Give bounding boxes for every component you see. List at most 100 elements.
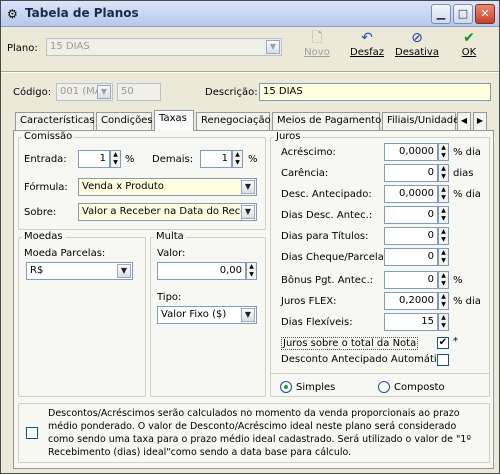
spin-up-icon: ▲ bbox=[249, 263, 254, 270]
close-button[interactable]: ✕ bbox=[475, 4, 495, 24]
ok-button[interactable]: ✔ OK bbox=[447, 29, 491, 65]
juros-flex-spinner[interactable]: ▲ ▼ bbox=[438, 292, 449, 310]
acrescimo-field[interactable]: 0,0000 bbox=[384, 143, 438, 161]
codigo-label: Código: bbox=[13, 87, 52, 98]
spin-down-icon: ▼ bbox=[441, 301, 446, 308]
bonus-unit: % bbox=[453, 275, 463, 286]
spin-up-icon: ▲ bbox=[441, 207, 446, 214]
formula-select[interactable]: Venda x Produto ▼ bbox=[78, 178, 257, 196]
juros-flex-field[interactable]: 0,2000 bbox=[384, 292, 438, 310]
bonus-field[interactable]: 0 bbox=[384, 271, 438, 289]
footer-note: Descontos/Acréscimos serão calculados no… bbox=[48, 408, 471, 458]
spin-up-icon: ▲ bbox=[441, 144, 446, 151]
acrescimo-unit: % dia bbox=[453, 147, 481, 158]
checkmark-icon: ✔ bbox=[463, 30, 475, 46]
dias-titulos-field[interactable]: 0 bbox=[384, 227, 438, 245]
spin-down-icon: ▼ bbox=[441, 194, 446, 201]
spin-down-icon: ▼ bbox=[113, 159, 118, 166]
tab-meios-pagamento[interactable]: Meios de Pagamento bbox=[272, 112, 381, 130]
sobre-select[interactable]: Valor a Receber na Data do Receb ▼ bbox=[78, 203, 257, 221]
sobre-label: Sobre: bbox=[24, 207, 57, 218]
composto-radio[interactable] bbox=[378, 381, 390, 393]
desc-antecipado-spinner[interactable]: ▲ ▼ bbox=[438, 185, 449, 203]
acrescimo-spinner[interactable]: ▲ ▼ bbox=[438, 143, 449, 161]
chevron-down-icon: ▼ bbox=[117, 264, 131, 278]
dias-flexiveis-spinner[interactable]: ▲ ▼ bbox=[438, 313, 449, 331]
simples-label: Simples bbox=[296, 382, 336, 393]
plano-value: 15 DIAS bbox=[50, 41, 90, 52]
deactivate-icon: ⊘ bbox=[411, 30, 423, 46]
dias-desc-antec-label: Dias Desc. Antec.: bbox=[281, 210, 373, 221]
codigo-select[interactable]: 001 (MA ▼ bbox=[56, 83, 113, 101]
bonus-spinner[interactable]: ▲ ▼ bbox=[438, 271, 449, 289]
ok-label: OK bbox=[461, 47, 477, 58]
multa-tipo-select[interactable]: Valor Fixo ($) ▼ bbox=[157, 306, 257, 324]
entrada-unit: % bbox=[125, 154, 135, 165]
dias-desc-antec-field[interactable]: 0 bbox=[384, 206, 438, 224]
moedas-title: Moedas bbox=[22, 231, 65, 242]
spin-down-icon: ▼ bbox=[441, 280, 446, 287]
maximize-button[interactable]: □ bbox=[453, 4, 473, 24]
spin-up-icon: ▲ bbox=[235, 151, 240, 158]
desc-antecipado-unit: % dia bbox=[453, 189, 481, 200]
plano-select[interactable]: 15 DIAS ▼ bbox=[46, 38, 282, 56]
simples-radio[interactable] bbox=[280, 381, 292, 393]
novo-button[interactable]: 🗋 Novo bbox=[295, 29, 339, 65]
demais-spinner[interactable]: ▲ ▼ bbox=[232, 150, 243, 168]
spin-down-icon: ▼ bbox=[235, 159, 240, 166]
desativa-button[interactable]: ⊘ Desativa bbox=[395, 29, 439, 65]
spin-up-icon: ▲ bbox=[441, 293, 446, 300]
dias-flexiveis-field[interactable]: 15 bbox=[384, 313, 438, 331]
chevron-down-icon: ▼ bbox=[241, 205, 255, 219]
tab-taxas[interactable]: Taxas bbox=[154, 110, 194, 131]
tab-scroll-right-icon[interactable]: ▶ bbox=[473, 112, 487, 130]
dias-flexiveis-label: Dias Flexíveis: bbox=[281, 317, 353, 328]
spin-down-icon: ▼ bbox=[441, 152, 446, 159]
spin-up-icon: ▲ bbox=[113, 151, 118, 158]
carencia-field[interactable]: 0 bbox=[384, 164, 438, 182]
moeda-parcelas-select[interactable]: R$ ▼ bbox=[26, 262, 133, 280]
footer-checkbox[interactable] bbox=[26, 427, 38, 439]
spin-up-icon: ▲ bbox=[441, 228, 446, 235]
minimize-button[interactable]: ▁ bbox=[431, 4, 451, 24]
juros-total-checkbox[interactable]: ✔ bbox=[437, 337, 449, 349]
codigo-value: 001 (MA bbox=[60, 86, 102, 97]
window: ⚙ Tabela de Planos ▁ □ ✕ Plano: 15 DIAS … bbox=[0, 0, 500, 474]
juros-divider bbox=[270, 373, 490, 374]
tab-condicoes[interactable]: Condições bbox=[96, 112, 153, 130]
dias-titulos-spinner[interactable]: ▲ ▼ bbox=[438, 227, 449, 245]
desfaz-button[interactable]: ↶ Desfaz bbox=[345, 29, 389, 65]
tab-renegociacao[interactable]: Renegociação bbox=[196, 112, 271, 130]
multa-valor-field[interactable]: 0,00 bbox=[157, 262, 246, 280]
multa-valor-spinner[interactable]: ▲ ▼ bbox=[246, 262, 257, 280]
dias-cheque-spinner[interactable]: ▲ ▼ bbox=[438, 248, 449, 266]
dias-cheque-label: Dias Cheque/Parcela bbox=[281, 252, 384, 263]
sobre-value: Valor a Receber na Data do Receb bbox=[82, 206, 253, 217]
entrada-spinner[interactable]: ▲ ▼ bbox=[110, 150, 121, 168]
desc-antecipado-field[interactable]: 0,0000 bbox=[384, 185, 438, 203]
juros-total-asterisk: * bbox=[453, 336, 458, 347]
composto-label: Composto bbox=[394, 382, 445, 393]
demais-unit: % bbox=[248, 154, 258, 165]
carencia-unit: dias bbox=[453, 168, 474, 179]
dias-cheque-field[interactable]: 0 bbox=[384, 248, 438, 266]
codigo-number-field: 50 bbox=[117, 83, 161, 101]
multa-title: Multa bbox=[154, 231, 186, 242]
descricao-label: Descrição: bbox=[205, 87, 258, 98]
tab-scroll-left-icon[interactable]: ◀ bbox=[457, 112, 471, 130]
entrada-field[interactable]: 1 bbox=[78, 150, 110, 168]
descricao-field[interactable]: 15 DIAS bbox=[259, 83, 491, 101]
juros-total-label: Juros sobre o total da Nota bbox=[281, 337, 419, 350]
desconto-auto-checkbox[interactable] bbox=[437, 354, 449, 366]
chevron-down-icon: ▼ bbox=[97, 85, 111, 99]
tab-caracteristicas[interactable]: Características bbox=[15, 112, 95, 130]
juros-flex-unit: % dia bbox=[453, 296, 481, 307]
juros-title: Juros bbox=[274, 131, 303, 142]
novo-label: Novo bbox=[304, 47, 330, 58]
carencia-spinner[interactable]: ▲ ▼ bbox=[438, 164, 449, 182]
tab-filiais-unidades[interactable]: Filiais/Unidades bbox=[382, 112, 464, 130]
spin-up-icon: ▲ bbox=[441, 165, 446, 172]
demais-field[interactable]: 1 bbox=[200, 150, 232, 168]
dias-desc-antec-spinner[interactable]: ▲ ▼ bbox=[438, 206, 449, 224]
desativa-label: Desativa bbox=[395, 47, 439, 58]
